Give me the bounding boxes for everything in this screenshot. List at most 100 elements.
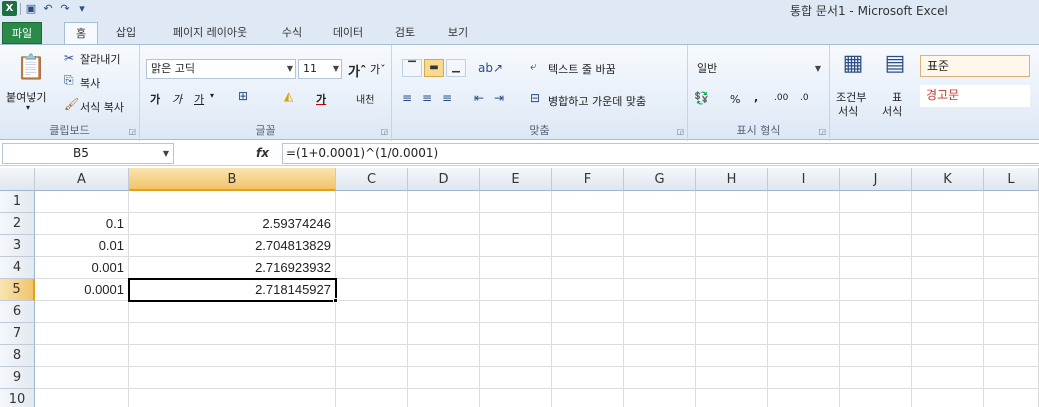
shrink-font-icon[interactable]: 가ˇ: [370, 61, 386, 77]
row-header-9[interactable]: 9: [0, 367, 35, 389]
row-header-3[interactable]: 3: [0, 235, 35, 257]
grid-cell[interactable]: [624, 235, 696, 257]
grid-cell[interactable]: [912, 323, 984, 345]
tab-data[interactable]: 데이터: [325, 22, 371, 44]
grid-cell[interactable]: [912, 389, 984, 407]
grid-cell[interactable]: [552, 257, 624, 279]
grid-cell[interactable]: [984, 213, 1039, 235]
grow-font-icon[interactable]: 가ˆ: [348, 61, 366, 80]
increase-indent-icon[interactable]: ⇥: [494, 91, 504, 105]
cell-style-normal[interactable]: 표준: [920, 55, 1030, 77]
tab-file[interactable]: 파일: [2, 22, 42, 44]
grid-cell[interactable]: [768, 323, 840, 345]
grid-cell[interactable]: [768, 257, 840, 279]
phonetic-button[interactable]: 내천: [356, 91, 374, 106]
cell-b4[interactable]: 2.716923932: [129, 257, 336, 279]
paste-icon[interactable]: 📋: [16, 53, 46, 83]
grid-cell[interactable]: [552, 323, 624, 345]
grid-cell[interactable]: [696, 323, 768, 345]
copy-label[interactable]: 복사: [80, 75, 100, 91]
grid-cell[interactable]: [35, 345, 129, 367]
grid-cell[interactable]: [696, 367, 768, 389]
row-header-8[interactable]: 8: [0, 345, 35, 367]
grid-cell[interactable]: [35, 191, 129, 213]
grid-cell[interactable]: [696, 345, 768, 367]
grid-cell[interactable]: [408, 301, 480, 323]
tab-page-layout[interactable]: 페이지 레이아웃: [155, 22, 265, 44]
wrap-text-button[interactable]: 텍스트 줄 바꿈: [548, 61, 616, 77]
border-icon[interactable]: ⊞: [238, 89, 248, 103]
accounting-icon[interactable]: 💱: [694, 91, 709, 105]
format-as-table-icon[interactable]: ▤: [880, 51, 910, 81]
grid-cell[interactable]: [696, 257, 768, 279]
column-header-h[interactable]: H: [696, 168, 768, 191]
grid-cell[interactable]: [768, 389, 840, 407]
grid-cell[interactable]: [912, 191, 984, 213]
orientation-icon[interactable]: ab↗: [478, 61, 503, 75]
grid-cell[interactable]: [480, 301, 552, 323]
grid-cell[interactable]: [552, 367, 624, 389]
cell-a5[interactable]: 0.0001: [35, 279, 129, 301]
grid-cell[interactable]: [408, 367, 480, 389]
grid-cell[interactable]: [912, 279, 984, 301]
column-header-c[interactable]: C: [336, 168, 408, 191]
formula-input[interactable]: =(1+0.0001)^(1/0.0001): [282, 143, 1039, 164]
cell-a2[interactable]: 0.1: [35, 213, 129, 235]
cell-b3[interactable]: 2.704813829: [129, 235, 336, 257]
undo-icon[interactable]: ↶: [41, 2, 55, 16]
grid-cell[interactable]: [480, 213, 552, 235]
grid-cell[interactable]: [768, 235, 840, 257]
underline-button[interactable]: 가: [194, 91, 204, 107]
grid-cell[interactable]: [35, 323, 129, 345]
tab-review[interactable]: 검토: [387, 22, 423, 44]
grid-cell[interactable]: [336, 235, 408, 257]
grid-cell[interactable]: [840, 191, 912, 213]
grid-cell[interactable]: [840, 389, 912, 407]
grid-cell[interactable]: [768, 279, 840, 301]
fill-color-icon[interactable]: ◭: [284, 89, 293, 103]
grid-cell[interactable]: [696, 389, 768, 407]
column-header-i[interactable]: I: [768, 168, 840, 191]
grid-cell[interactable]: [552, 191, 624, 213]
grid-cell[interactable]: [129, 301, 336, 323]
chevron-down-icon[interactable]: ▾: [210, 91, 214, 100]
column-header-f[interactable]: F: [552, 168, 624, 191]
grid-cell[interactable]: [696, 213, 768, 235]
grid-cell[interactable]: [552, 389, 624, 407]
cell-b2[interactable]: 2.59374246: [129, 213, 336, 235]
grid-cell[interactable]: [129, 191, 336, 213]
grid-cell[interactable]: [624, 301, 696, 323]
grid-cell[interactable]: [840, 235, 912, 257]
dialog-launcher-icon[interactable]: ◲: [128, 127, 136, 136]
grid-cell[interactable]: [408, 235, 480, 257]
copy-icon[interactable]: ⎘: [64, 73, 74, 88]
paste-dropdown-icon[interactable]: ▾: [26, 103, 30, 112]
grid-cell[interactable]: [840, 257, 912, 279]
grid-cell[interactable]: [129, 323, 336, 345]
grid-cell[interactable]: [696, 191, 768, 213]
grid-cell[interactable]: [480, 191, 552, 213]
align-left-icon[interactable]: ≡: [402, 91, 412, 105]
grid-cell[interactable]: [696, 279, 768, 301]
select-all-button[interactable]: [0, 168, 35, 191]
grid-cell[interactable]: [840, 301, 912, 323]
grid-cell[interactable]: [129, 389, 336, 407]
grid-cell[interactable]: [408, 213, 480, 235]
grid-cell[interactable]: [984, 235, 1039, 257]
grid-cell[interactable]: [696, 235, 768, 257]
grid-cell[interactable]: [768, 213, 840, 235]
grid-cell[interactable]: [984, 191, 1039, 213]
row-header-10[interactable]: 10: [0, 389, 35, 407]
dialog-launcher-icon[interactable]: ◲: [818, 127, 826, 136]
italic-button[interactable]: 가: [172, 91, 182, 107]
grid-cell[interactable]: [840, 323, 912, 345]
align-right-icon[interactable]: ≡: [442, 91, 452, 105]
name-box[interactable]: B5 ▼: [2, 143, 174, 164]
cut-icon[interactable]: ✂: [64, 51, 74, 65]
tab-home[interactable]: 홈: [64, 22, 98, 44]
grid-cell[interactable]: [408, 389, 480, 407]
comma-button[interactable]: ,: [754, 91, 758, 104]
grid-cell[interactable]: [552, 301, 624, 323]
grid-cell[interactable]: [408, 191, 480, 213]
grid-cell[interactable]: [840, 367, 912, 389]
